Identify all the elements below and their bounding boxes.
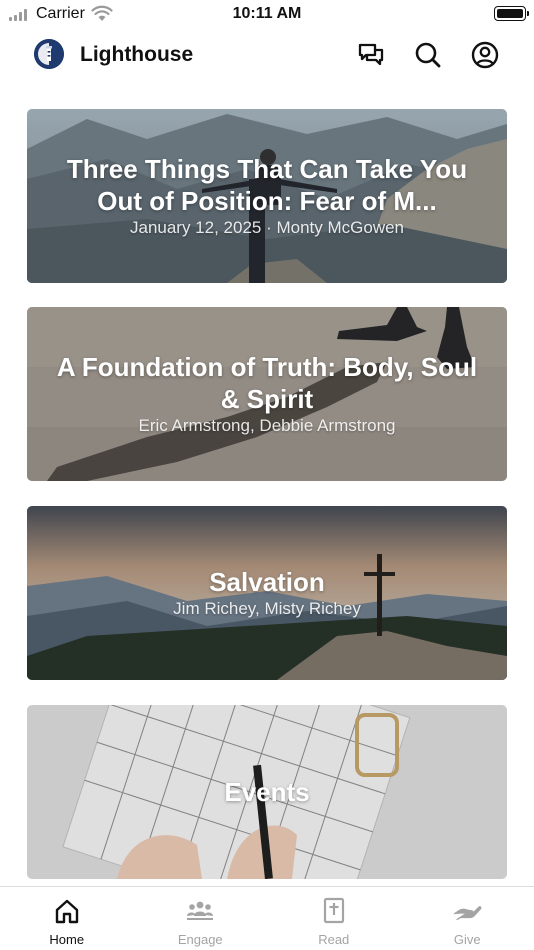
tab-give[interactable]: Give xyxy=(401,887,534,950)
card-subtitle: Eric Armstrong, Debbie Armstrong xyxy=(138,416,396,435)
lighthouse-logo-icon xyxy=(34,39,64,69)
tab-bar: Home Engage Read Give xyxy=(0,886,534,950)
app-title: Lighthouse xyxy=(80,43,194,66)
group-icon xyxy=(187,901,214,920)
search-icon[interactable] xyxy=(413,40,443,70)
card-title: A Foundation of Truth: Body, Soul & Spir… xyxy=(56,352,478,414)
card-title: Events xyxy=(224,777,310,807)
tab-label: Read xyxy=(318,932,350,947)
content-card[interactable]: A Foundation of Truth: Body, Soul & Spir… xyxy=(27,307,507,481)
bible-icon xyxy=(323,897,344,924)
status-bar: Carrier 10:11 AM xyxy=(0,0,534,30)
tab-engage[interactable]: Engage xyxy=(134,887,268,950)
content-card[interactable]: Three Things That Can Take You Out of Po… xyxy=(27,109,507,283)
tab-home[interactable]: Home xyxy=(0,887,134,950)
card-subtitle: January 12, 2025 · Monty McGowen xyxy=(129,218,405,237)
tab-label: Engage xyxy=(177,932,223,947)
card-title: Salvation xyxy=(209,567,325,597)
card-subtitle: Jim Richey, Misty Richey xyxy=(173,599,361,618)
tab-read[interactable]: Read xyxy=(267,887,401,950)
tab-label: Give xyxy=(453,932,481,947)
chat-icon[interactable] xyxy=(356,40,386,70)
status-time: 10:11 AM xyxy=(232,5,302,22)
battery-icon xyxy=(494,6,529,21)
content-card[interactable]: Events xyxy=(27,705,507,879)
card-title: Three Things That Can Take You Out of Po… xyxy=(66,154,468,216)
tab-label: Home xyxy=(49,932,85,947)
give-hand-icon xyxy=(453,906,482,921)
app-header: Lighthouse xyxy=(0,36,534,76)
content-card[interactable]: Salvation Jim Richey, Misty Richey xyxy=(27,506,507,680)
profile-icon[interactable] xyxy=(470,40,500,70)
home-icon xyxy=(55,899,78,924)
